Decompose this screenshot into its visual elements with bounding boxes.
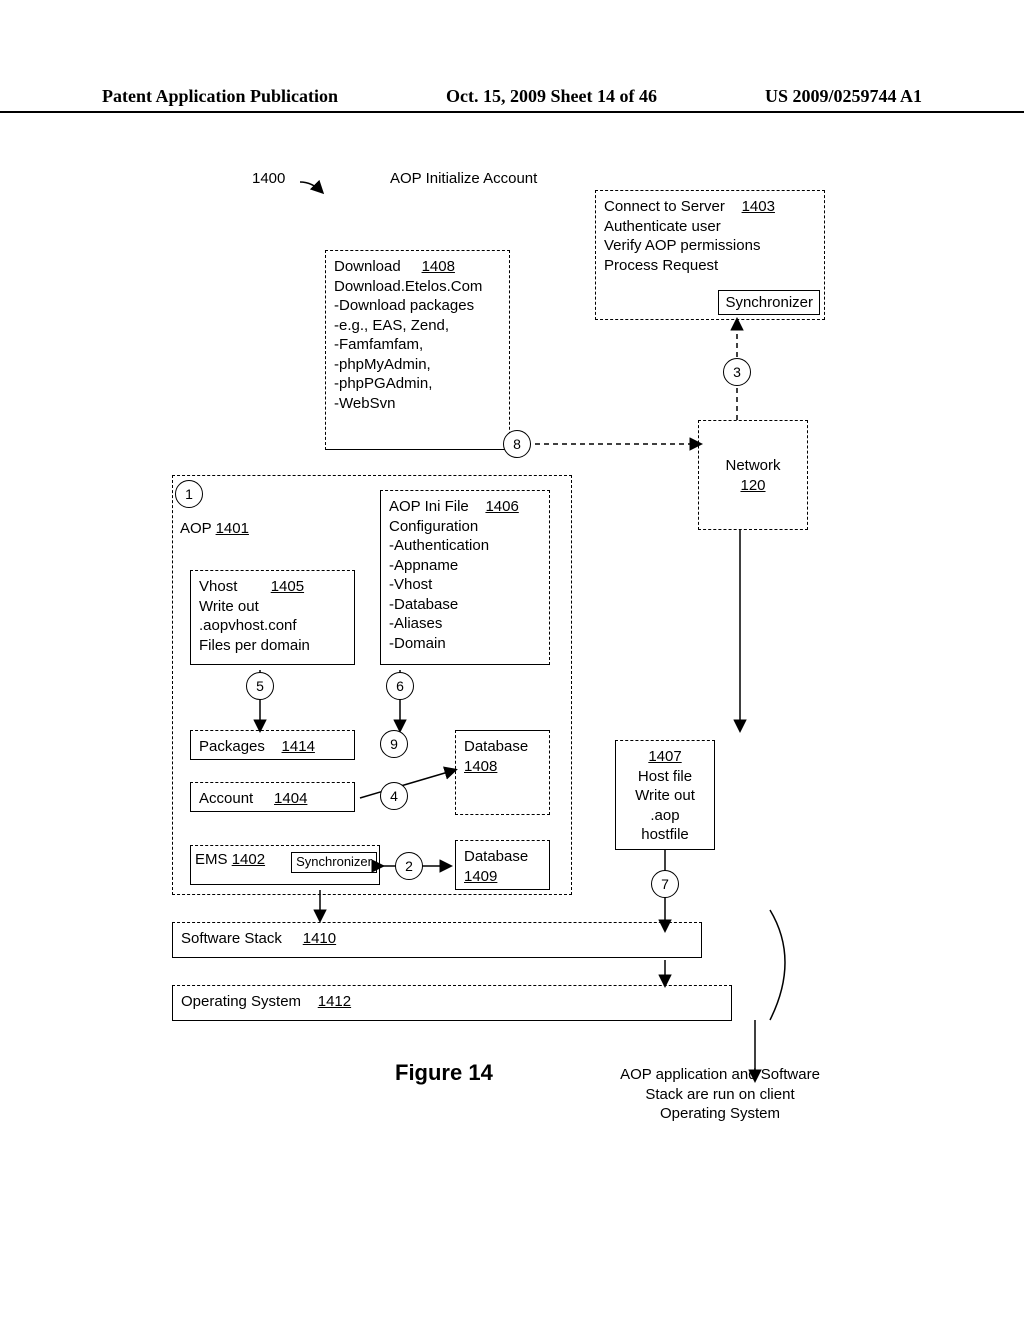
download-ref: 1408 bbox=[422, 258, 455, 275]
network-ref: 120 bbox=[707, 476, 799, 496]
aop-label: AOP 1401 bbox=[180, 520, 249, 537]
ini-ref: 1406 bbox=[485, 498, 518, 515]
server-line2: Authenticate user bbox=[604, 217, 816, 237]
download-line7: -phpPGAdmin, bbox=[334, 374, 501, 394]
download-line6: -phpMyAdmin, bbox=[334, 355, 501, 375]
account-box: Account 1404 bbox=[190, 782, 355, 812]
packages-ref: 1414 bbox=[282, 738, 315, 755]
db1-title: Database bbox=[464, 737, 541, 757]
os-ref: 1412 bbox=[318, 993, 351, 1010]
step-4: 4 bbox=[380, 782, 408, 810]
account-ref: 1404 bbox=[274, 790, 307, 807]
step-6: 6 bbox=[386, 672, 414, 700]
download-line8: -WebSvn bbox=[334, 394, 501, 414]
diagram-canvas: 1400 AOP Initialize Account Connect to S… bbox=[0, 160, 1024, 1260]
server-box: Connect to Server 1403 Authenticate user… bbox=[595, 190, 825, 320]
step-1: 1 bbox=[175, 480, 203, 508]
os-title: Operating System bbox=[181, 993, 301, 1010]
ini-line2: Configuration bbox=[389, 517, 541, 537]
step-3: 3 bbox=[723, 358, 751, 386]
vhost-ref: 1405 bbox=[271, 578, 304, 595]
step-8: 8 bbox=[503, 430, 531, 458]
server-ref: 1403 bbox=[742, 198, 775, 215]
ref-1400: 1400 bbox=[252, 170, 285, 187]
os-box: Operating System 1412 bbox=[172, 985, 732, 1021]
ems-sync: Synchronizer bbox=[291, 852, 377, 873]
vhost-line2: Write out bbox=[199, 597, 346, 617]
vhost-box: Vhost 1405 Write out .aopvhost.conf File… bbox=[190, 570, 355, 665]
aop-title: AOP bbox=[180, 520, 211, 537]
ems-title: EMS bbox=[195, 851, 228, 868]
download-line2: Download.Etelos.Com bbox=[334, 277, 501, 297]
server-line4: Process Request bbox=[604, 256, 816, 276]
db1-box: Database 1408 bbox=[455, 730, 550, 815]
swstack-title: Software Stack bbox=[181, 930, 282, 947]
server-sync-box: Synchronizer bbox=[718, 290, 820, 316]
ini-line8: -Domain bbox=[389, 634, 541, 654]
vhost-line4: Files per domain bbox=[199, 636, 346, 656]
swstack-ref: 1410 bbox=[303, 930, 336, 947]
db1-ref: 1408 bbox=[464, 757, 541, 777]
server-line1: Connect to Server bbox=[604, 198, 725, 215]
figure-label: Figure 14 bbox=[395, 1060, 493, 1086]
header-right: US 2009/0259744 A1 bbox=[765, 86, 922, 107]
hostfile-line2: Write out bbox=[624, 786, 706, 806]
ems-ref: 1402 bbox=[232, 851, 265, 868]
download-title: Download bbox=[334, 258, 401, 275]
ems-box: EMS 1402 Synchronizer bbox=[190, 845, 380, 885]
db2-ref: 1409 bbox=[464, 867, 541, 887]
step-5: 5 bbox=[246, 672, 274, 700]
step-2: 2 bbox=[395, 852, 423, 880]
ini-line5: -Vhost bbox=[389, 575, 541, 595]
step-7: 7 bbox=[651, 870, 679, 898]
vhost-line3: .aopvhost.conf bbox=[199, 616, 346, 636]
ini-title: AOP Ini File bbox=[389, 498, 469, 515]
server-line3: Verify AOP permissions bbox=[604, 236, 816, 256]
account-title: Account bbox=[199, 790, 253, 807]
network-box: Network 120 bbox=[698, 420, 808, 530]
hostfile-ref: 1407 bbox=[624, 747, 706, 767]
hostfile-box: 1407 Host file Write out .aop hostfile bbox=[615, 740, 715, 850]
packages-title: Packages bbox=[199, 738, 265, 755]
packages-box: Packages 1414 bbox=[190, 730, 355, 760]
hostfile-line3: .aop bbox=[624, 806, 706, 826]
ini-line6: -Database bbox=[389, 595, 541, 615]
download-line5: -Famfamfam, bbox=[334, 335, 501, 355]
hostfile-line4: hostfile bbox=[624, 825, 706, 845]
vhost-title: Vhost bbox=[199, 578, 237, 595]
footnote: AOP application and Software Stack are r… bbox=[620, 1065, 820, 1124]
db2-title: Database bbox=[464, 847, 541, 867]
network-title: Network bbox=[707, 456, 799, 476]
header-mid: Oct. 15, 2009 Sheet 14 of 46 bbox=[446, 86, 657, 107]
page-header: Patent Application Publication Oct. 15, … bbox=[0, 86, 1024, 113]
db2-box: Database 1409 bbox=[455, 840, 550, 890]
hostfile-line1: Host file bbox=[624, 767, 706, 787]
download-box: Download 1408 Download.Etelos.Com -Downl… bbox=[325, 250, 510, 450]
header-left: Patent Application Publication bbox=[102, 86, 338, 107]
ini-line4: -Appname bbox=[389, 556, 541, 576]
ini-box: AOP Ini File 1406 Configuration -Authent… bbox=[380, 490, 550, 665]
diagram-title: AOP Initialize Account bbox=[390, 170, 537, 187]
aop-ref: 1401 bbox=[216, 520, 249, 537]
ini-line7: -Aliases bbox=[389, 614, 541, 634]
download-line4: -e.g., EAS, Zend, bbox=[334, 316, 501, 336]
ini-line3: -Authentication bbox=[389, 536, 541, 556]
download-line3: -Download packages bbox=[334, 296, 501, 316]
swstack-box: Software Stack 1410 bbox=[172, 922, 702, 958]
step-9: 9 bbox=[380, 730, 408, 758]
